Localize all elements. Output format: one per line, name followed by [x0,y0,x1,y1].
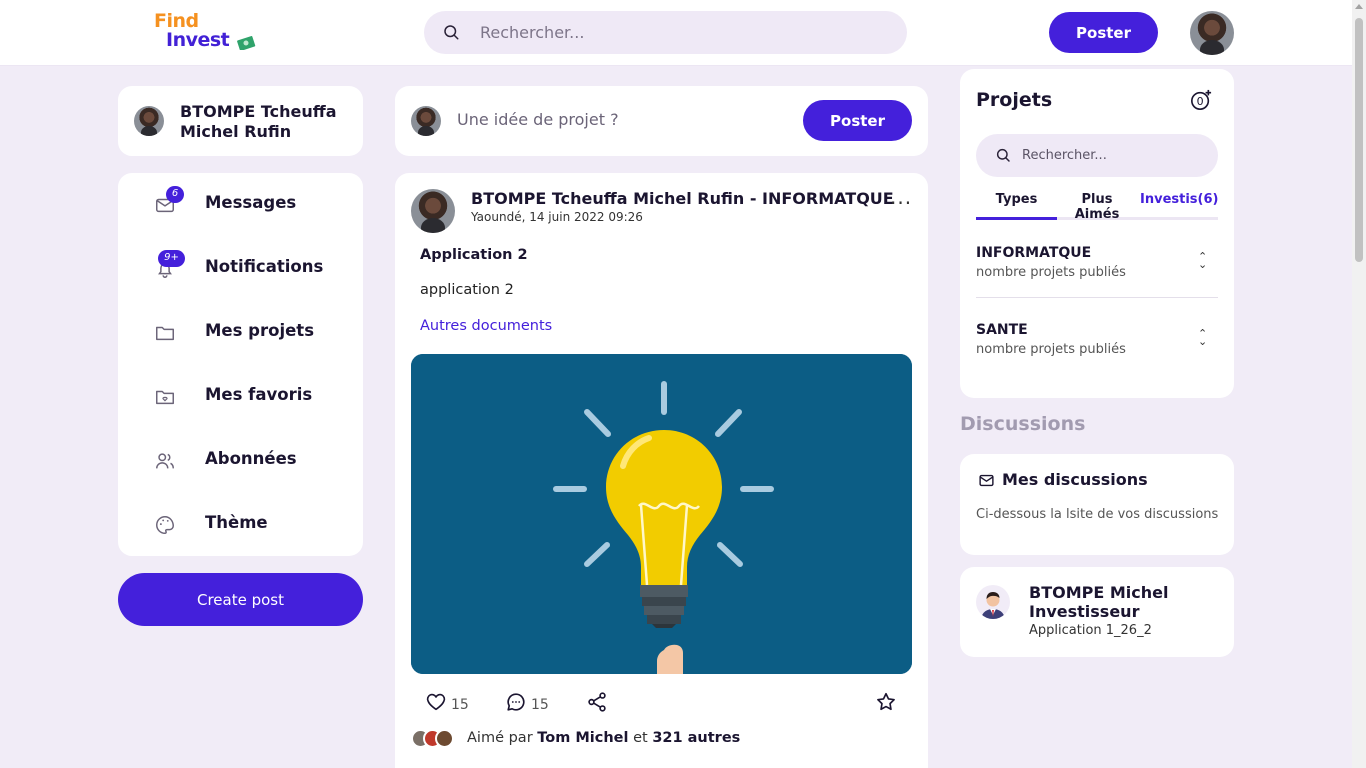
liked-by: Aimé par Tom Michel et 321 autres [411,729,912,749]
post-body: application 2 [420,282,514,298]
businessman-avatar-icon [981,592,1005,619]
liker-avatars[interactable] [411,729,461,749]
comment-icon [507,693,525,711]
my-discussions-card: Mes discussions Ci-dessous la lsite de v… [960,454,1234,555]
post-actions: 15 15 [411,691,912,717]
liked-prefix: Aimé par [467,730,533,746]
create-post-button[interactable]: Create post [118,573,363,626]
findinvest-logo[interactable]: Find Invest [152,10,262,54]
notifications-badge: 9+ [158,250,185,267]
top-bar: Find Invest Poster [0,0,1352,66]
tab-investis[interactable]: Investis(6) [1140,192,1218,220]
star-icon [877,692,895,711]
chevron-up-down-icon[interactable]: ⌃ ⌄ [1198,328,1207,347]
profile-name: BTOMPE Tcheuffa Michel Rufin [180,102,337,141]
liked-and: et [633,730,648,746]
menu-item-label: Mes projets [205,321,315,340]
contact-avatar [976,585,1010,619]
projects-tabs: Types Plus Aimés Investis(6) [976,192,1218,222]
user-avatar[interactable] [1190,11,1234,55]
contact-name: BTOMPE Michel Investisseur [1029,583,1169,621]
menu-item-label: Mes favoris [205,385,313,404]
projects-search-input[interactable] [1022,134,1202,177]
light-bulb-illustration [411,354,912,674]
projects-title: Projets [976,89,1053,111]
discussions-heading: Discussions [960,413,1086,435]
like-button[interactable]: 15 [425,691,469,717]
menu-item-messages[interactable]: 6 Messages [118,173,363,237]
liked-others[interactable]: 321 autres [652,730,740,746]
menu-item-label: Notifications [205,257,324,276]
folder-icon [156,326,174,341]
profile-avatar [134,106,164,136]
post-more-options-icon[interactable]: ··· [890,191,912,215]
composer-placeholder[interactable]: Une idée de projet ? [457,110,619,129]
category-item[interactable]: SANTE nombre projets publiés ⌃ ⌄ [976,322,1218,382]
category-subtitle: nombre projets publiés [976,265,1126,280]
like-count: 15 [451,697,469,713]
top-post-button[interactable]: Poster [1049,12,1158,53]
search-icon [996,148,1010,162]
feed-post: BTOMPE Tcheuffa Michel Rufin - INFORMATQ… [395,173,928,768]
post-documents-link[interactable]: Autres documents [420,318,552,334]
post-image[interactable] [411,354,912,674]
post-date: Yaoundé, 14 juin 2022 09:26 [471,210,643,224]
menu-item-label: Messages [205,193,297,212]
users-icon [156,453,174,469]
global-search-input[interactable] [480,11,880,54]
tab-plus-aimes[interactable]: Plus Aimés [1059,192,1135,222]
global-search[interactable] [424,11,907,54]
liked-by-text: Aimé par Tom Michel et 321 autres [467,730,740,746]
projects-panel: Projets 0 Types Plus Aimés Investis(6) I… [960,69,1234,398]
profile-card[interactable]: BTOMPE Tcheuffa Michel Rufin [118,86,363,156]
projects-search[interactable] [976,134,1218,177]
scrollbar-thumb[interactable] [1355,18,1363,262]
liked-name[interactable]: Tom Michel [537,730,628,746]
menu-item-label: Abonnées [205,449,297,468]
share-button[interactable] [586,691,608,717]
logo-text-invest: Invest [166,29,230,51]
page-scrollbar[interactable] [1352,0,1366,768]
tab-types[interactable]: Types [976,192,1057,220]
contact-last-message: Application 1_26_2 [1029,623,1152,638]
menu-item-abonnees[interactable]: Abonnées [118,429,363,493]
palette-icon [156,516,174,534]
folder-heart-icon [156,390,174,405]
menu-item-label: Thème [205,513,268,532]
menu-item-notifications[interactable]: 9+ Notifications [118,237,363,301]
post-author[interactable]: BTOMPE Tcheuffa Michel Rufin - INFORMATQ… [471,189,894,208]
menu-item-mes-favoris[interactable]: Mes favoris [118,365,363,429]
add-project-icon[interactable]: 0 [1190,89,1212,111]
discussion-item[interactable]: BTOMPE Michel Investisseur Application 1… [960,567,1234,657]
post-title: Application 2 [420,247,528,263]
category-name: SANTE [976,322,1028,338]
menu-item-theme[interactable]: Thème [118,493,363,557]
liker-avatar [435,729,454,748]
post-author-avatar[interactable] [411,189,455,233]
composer-avatar [411,106,441,136]
menu-item-mes-projets[interactable]: Mes projets [118,301,363,365]
my-discussions-subtitle: Ci-dessous la lsite de vos discussions [976,507,1219,522]
comment-button[interactable]: 15 [505,691,549,717]
post-composer[interactable]: Une idée de projet ? Poster [395,86,928,156]
mail-icon [979,474,994,487]
heart-icon [426,693,446,711]
messages-badge: 6 [166,186,184,203]
side-menu: 6 Messages 9+ Notifications Mes projets … [118,173,363,556]
category-item[interactable]: INFORMATQUE nombre projets publiés ⌃ ⌄ [976,245,1218,305]
divider [976,297,1218,298]
chevron-up-down-icon[interactable]: ⌃ ⌄ [1198,251,1207,270]
money-icon [237,36,256,50]
category-subtitle: nombre projets publiés [976,342,1126,357]
scroll-up-arrow-icon[interactable] [1355,4,1363,9]
composer-post-button[interactable]: Poster [803,100,912,141]
category-name: INFORMATQUE [976,245,1092,261]
svg-text:0: 0 [1197,95,1204,108]
favorite-button[interactable] [875,691,897,717]
search-icon [444,25,459,40]
my-discussions-title: Mes discussions [1002,470,1148,489]
share-icon [588,692,606,712]
comment-count: 15 [531,697,549,713]
